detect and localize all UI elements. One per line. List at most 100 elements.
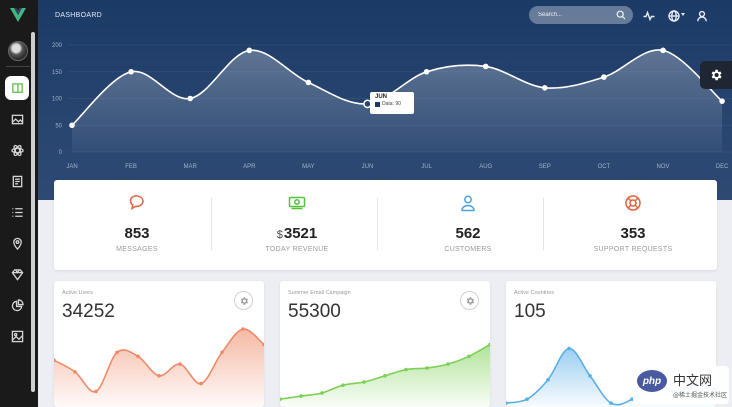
card-settings-button[interactable]	[460, 291, 479, 310]
sparkline-point[interactable]	[94, 389, 98, 394]
sparkline-point[interactable]	[588, 374, 592, 378]
sparkline-point[interactable]	[567, 346, 571, 351]
x-tick-label: FEB	[125, 164, 137, 170]
stat-divider	[211, 198, 212, 250]
picture-icon	[11, 330, 23, 342]
sparkline-point[interactable]	[341, 383, 345, 387]
search-box[interactable]	[529, 6, 633, 24]
stat-value: 353	[620, 225, 646, 242]
customer-icon	[459, 194, 477, 212]
atom-icon	[10, 144, 24, 156]
sparkline-point[interactable]	[383, 374, 387, 378]
lifebuoy-icon	[624, 194, 642, 212]
sparkline-point[interactable]	[320, 391, 324, 395]
search-icon[interactable]	[616, 10, 626, 20]
gear-icon	[711, 69, 722, 81]
globe-icon	[668, 10, 680, 22]
sparkline-point[interactable]	[178, 362, 182, 366]
stat-label: CUSTOMERS	[444, 246, 492, 253]
sidebar-item-document[interactable]	[5, 169, 29, 193]
sparkline-point[interactable]	[446, 362, 450, 366]
chart-point[interactable]	[660, 47, 666, 54]
chart-tooltip: JUN Data: 90	[370, 92, 414, 114]
x-tick-label: NOV	[656, 164, 669, 170]
stat-value: 853	[124, 225, 150, 242]
sparkline-point[interactable]	[199, 381, 203, 386]
chart-point[interactable]	[305, 79, 312, 86]
sparkline-point[interactable]	[362, 380, 366, 384]
sidebar-item-book[interactable]	[5, 76, 29, 100]
y-tick-label: 50	[55, 123, 62, 129]
sidebar-item-atom[interactable]	[5, 138, 29, 162]
card-settings-button[interactable]	[234, 291, 253, 310]
sparkline-point[interactable]	[467, 354, 471, 359]
settings-button[interactable]	[700, 61, 732, 89]
sparkline-point[interactable]	[299, 394, 303, 398]
active-users-chart	[54, 327, 264, 407]
sparkline-point[interactable]	[157, 374, 161, 378]
chart-point[interactable]	[601, 74, 607, 80]
vue-logo-icon[interactable]	[10, 8, 26, 22]
avatar[interactable]	[8, 41, 28, 61]
sparkline-point[interactable]	[115, 350, 119, 355]
card-value: 105	[514, 301, 546, 322]
sparkline-point[interactable]	[220, 350, 224, 355]
diamond-icon	[11, 268, 23, 281]
chart-point[interactable]	[423, 68, 430, 75]
location-pin-icon	[12, 237, 22, 250]
stat-value: $3521	[276, 225, 318, 242]
chart-point[interactable]	[541, 85, 548, 91]
stat-label: TODAY REVENUE	[265, 246, 329, 253]
sparkline-point[interactable]	[546, 377, 550, 382]
page-title: DASHBOARD	[55, 12, 103, 19]
tooltip-month: JUN	[375, 94, 388, 100]
user-icon	[697, 10, 707, 22]
pie-chart-icon	[11, 298, 24, 311]
x-tick-label: JUL	[421, 164, 432, 170]
x-tick-label: APR	[243, 164, 256, 170]
sidebar-item-picture[interactable]	[5, 324, 29, 348]
sparkline-point[interactable]	[73, 370, 77, 374]
search-input[interactable]	[538, 9, 610, 21]
chart-point[interactable]	[128, 68, 134, 75]
gear-icon	[240, 296, 248, 305]
x-tick-label: MAY	[302, 164, 315, 170]
email-campaign-chart	[280, 342, 490, 407]
x-tick-label: JAN	[66, 164, 77, 170]
x-tick-label: DEC	[716, 164, 729, 170]
gear-icon	[466, 296, 474, 305]
card-value: 55300	[288, 301, 341, 322]
sparkline-point[interactable]	[136, 354, 140, 359]
sidebar-item-diamond[interactable]	[5, 262, 29, 286]
sparkline-point[interactable]	[404, 367, 408, 372]
sparkline-point[interactable]	[425, 366, 429, 370]
sidebar-item-image[interactable]	[5, 107, 29, 131]
watermark-subtext: @稀土掘金技术社区	[673, 392, 728, 399]
tooltip-swatch	[375, 101, 380, 107]
chart-point[interactable]	[482, 63, 489, 70]
x-tick-label: SEP	[539, 164, 551, 170]
stat-divider	[543, 198, 544, 250]
user-menu-button[interactable]	[696, 9, 708, 22]
sidebar-divider	[6, 66, 30, 67]
sidebar-item-location[interactable]	[5, 231, 29, 255]
chevron-down-icon[interactable]	[681, 13, 685, 16]
chart-point[interactable]	[719, 98, 725, 104]
language-dropdown[interactable]	[668, 9, 680, 22]
sidebar-item-list[interactable]	[5, 200, 29, 224]
sparkline-point[interactable]	[241, 327, 245, 331]
stat-customers: 562 CUSTOMERS	[389, 180, 547, 270]
sidebar-scrollbar[interactable]	[31, 32, 35, 392]
sparkline-point[interactable]	[609, 401, 613, 405]
sidebar-item-pie-chart[interactable]	[5, 293, 29, 317]
watermark-logo: php	[637, 370, 667, 392]
chart-point[interactable]	[187, 95, 194, 102]
chart-point[interactable]	[69, 122, 75, 129]
sparkline-point[interactable]	[525, 397, 529, 401]
pulse-button[interactable]	[643, 9, 655, 22]
stat-revenue: $3521 TODAY REVENUE	[218, 180, 376, 270]
card-title: Active Countries	[514, 290, 555, 296]
chart-point[interactable]	[246, 47, 253, 54]
stat-messages: 853 MESSAGES	[58, 180, 216, 270]
stats-card: 853 MESSAGES $3521 TODAY REVENUE 562 CUS…	[54, 180, 717, 270]
